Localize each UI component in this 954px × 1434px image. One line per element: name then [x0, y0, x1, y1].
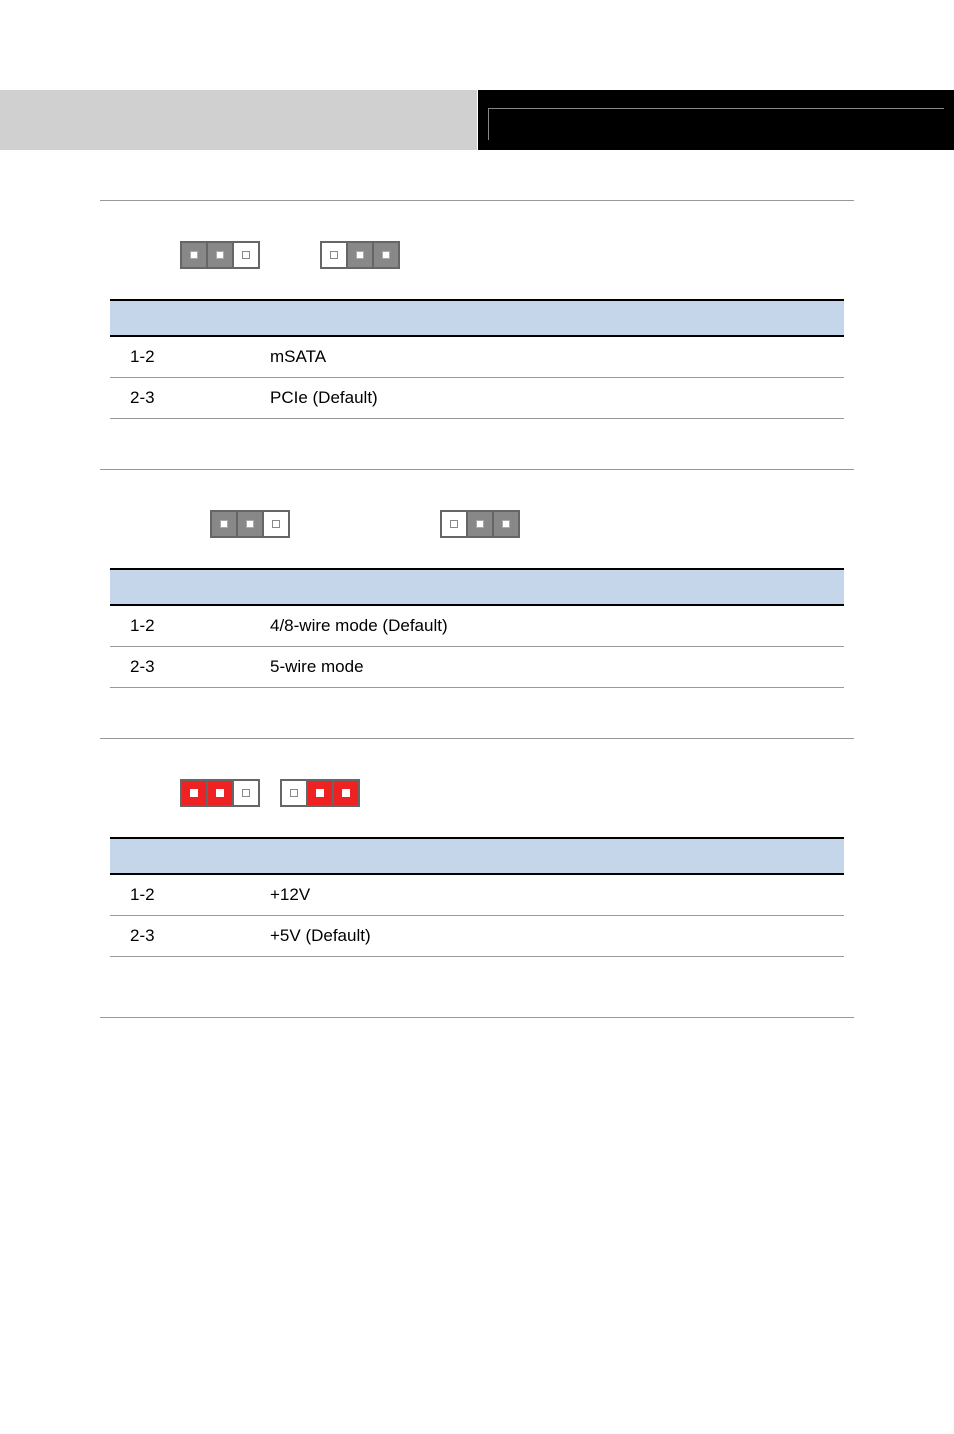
jumper-diagram: [440, 510, 520, 538]
jumper-pin: [347, 242, 373, 268]
pin-dot-icon: [220, 520, 228, 528]
table-row: 2-35-wire mode: [110, 647, 844, 688]
section-divider: [100, 469, 854, 470]
table-cell-function: +5V (Default): [250, 916, 844, 957]
table-cell-pins: 1-2: [110, 874, 250, 916]
pin-dot-icon: [330, 251, 338, 259]
pin-dot-icon: [342, 789, 350, 797]
pin-dot-icon: [190, 789, 198, 797]
jumper-diagram: [180, 779, 260, 807]
pin-dot-icon: [216, 789, 224, 797]
jumper-pin: [441, 511, 467, 537]
jumper-pin: [233, 780, 259, 806]
content-area: 1-2mSATA2-3PCIe (Default)1-24/8-wire mod…: [0, 200, 954, 957]
section-divider: [100, 200, 854, 201]
jumper-section: 1-24/8-wire mode (Default)2-35-wire mode: [110, 469, 844, 688]
table-cell-pins: 2-3: [110, 647, 250, 688]
table-header-cell: [250, 300, 844, 336]
pin-dot-icon: [356, 251, 364, 259]
table-cell-pins: 1-2: [110, 605, 250, 647]
jumper-diagram: [180, 241, 260, 269]
jumper-pin: [333, 780, 359, 806]
table-row: 1-2+12V: [110, 874, 844, 916]
jumper-settings-table: 1-2+12V2-3+5V (Default): [110, 837, 844, 957]
table-header-cell: [250, 838, 844, 874]
jumper-pin: [233, 242, 259, 268]
pin-dot-icon: [216, 251, 224, 259]
table-header-row: [110, 569, 844, 605]
table-header-row: [110, 300, 844, 336]
table-cell-function: +12V: [250, 874, 844, 916]
table-header-cell: [250, 569, 844, 605]
table-row: 1-24/8-wire mode (Default): [110, 605, 844, 647]
jumper-pin: [321, 242, 347, 268]
jumper-diagram-row: [180, 241, 844, 269]
jumper-pin: [307, 780, 333, 806]
table-cell-function: PCIe (Default): [250, 378, 844, 419]
header-bar: [0, 90, 954, 150]
jumper-diagram: [320, 241, 400, 269]
header-right: [477, 90, 954, 150]
table-cell-pins: 2-3: [110, 916, 250, 957]
header-left: [0, 90, 477, 150]
jumper-section: 1-2+12V2-3+5V (Default): [110, 738, 844, 957]
table-cell-pins: 2-3: [110, 378, 250, 419]
pin-dot-icon: [242, 789, 250, 797]
page-container: 1-2mSATA2-3PCIe (Default)1-24/8-wire mod…: [0, 90, 954, 1058]
jumper-pin: [373, 242, 399, 268]
jumper-pin: [467, 511, 493, 537]
jumper-pin: [207, 780, 233, 806]
jumper-diagram: [280, 779, 360, 807]
jumper-pin: [493, 511, 519, 537]
pin-dot-icon: [190, 251, 198, 259]
pin-dot-icon: [476, 520, 484, 528]
jumper-settings-table: 1-2mSATA2-3PCIe (Default): [110, 299, 844, 419]
table-cell-function: 4/8-wire mode (Default): [250, 605, 844, 647]
table-row: 2-3+5V (Default): [110, 916, 844, 957]
table-header-row: [110, 838, 844, 874]
pin-dot-icon: [502, 520, 510, 528]
table-header-cell: [110, 838, 250, 874]
jumper-pin: [211, 511, 237, 537]
jumper-pin: [263, 511, 289, 537]
pin-dot-icon: [246, 520, 254, 528]
table-header-cell: [110, 300, 250, 336]
pin-dot-icon: [272, 520, 280, 528]
jumper-section: 1-2mSATA2-3PCIe (Default): [110, 200, 844, 419]
jumper-pin: [181, 242, 207, 268]
jumper-pin: [207, 242, 233, 268]
pin-dot-icon: [242, 251, 250, 259]
jumper-diagram-row: [210, 510, 844, 538]
table-cell-pins: 1-2: [110, 336, 250, 378]
section-divider: [100, 738, 854, 739]
pin-dot-icon: [290, 789, 298, 797]
jumper-diagram-row: [180, 779, 844, 807]
pin-dot-icon: [450, 520, 458, 528]
bottom-divider: [100, 1017, 854, 1018]
table-cell-function: mSATA: [250, 336, 844, 378]
table-row: 2-3PCIe (Default): [110, 378, 844, 419]
table-row: 1-2mSATA: [110, 336, 844, 378]
jumper-pin: [237, 511, 263, 537]
jumper-settings-table: 1-24/8-wire mode (Default)2-35-wire mode: [110, 568, 844, 688]
jumper-diagram: [210, 510, 290, 538]
table-header-cell: [110, 569, 250, 605]
table-cell-function: 5-wire mode: [250, 647, 844, 688]
jumper-pin: [181, 780, 207, 806]
pin-dot-icon: [316, 789, 324, 797]
pin-dot-icon: [382, 251, 390, 259]
jumper-pin: [281, 780, 307, 806]
